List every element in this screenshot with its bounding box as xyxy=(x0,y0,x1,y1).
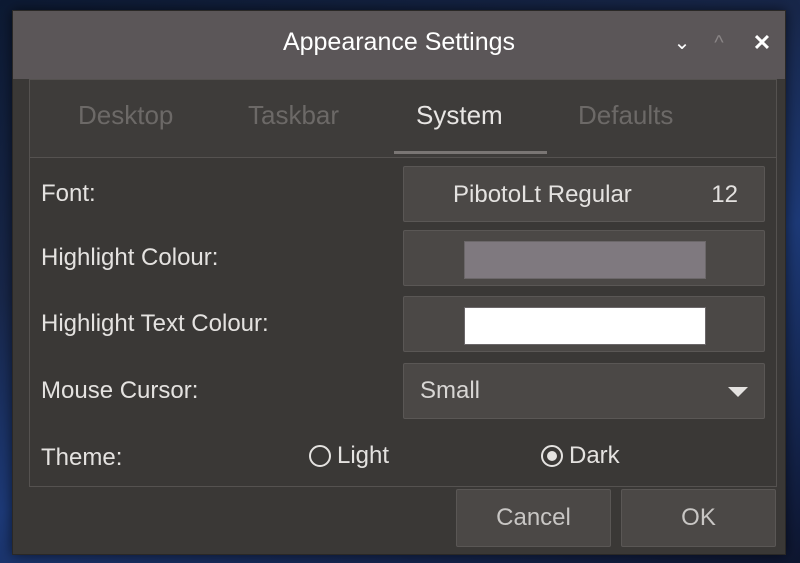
system-settings-panel: Font: PibotoLt Regular 12 Highlight Colo… xyxy=(29,157,777,487)
theme-label: Theme: xyxy=(41,444,123,471)
tab-taskbar[interactable]: Taskbar xyxy=(248,100,339,131)
chevron-up-icon: ^ xyxy=(714,32,724,54)
theme-light-label: Light xyxy=(337,442,390,469)
font-picker-button[interactable]: PibotoLt Regular 12 xyxy=(403,166,765,222)
highlight-text-colour-swatch xyxy=(464,307,706,345)
tab-bar: Desktop Taskbar System Defaults xyxy=(29,79,777,157)
font-size: 12 xyxy=(711,181,738,208)
ok-button[interactable]: OK xyxy=(621,489,776,547)
close-button[interactable]: ✕ xyxy=(748,29,776,57)
theme-dark-label: Dark xyxy=(569,442,620,469)
tab-system[interactable]: System xyxy=(416,100,503,131)
title-bar[interactable]: Appearance Settings ⌄ ^ ✕ xyxy=(13,11,785,79)
font-label: Font: xyxy=(41,180,96,207)
close-icon: ✕ xyxy=(752,30,772,55)
cancel-button[interactable]: Cancel xyxy=(456,489,611,547)
chevron-down-icon: ⌄ xyxy=(673,32,691,54)
mouse-cursor-label: Mouse Cursor: xyxy=(41,377,199,404)
active-tab-indicator xyxy=(394,151,547,154)
theme-dark-radio[interactable]: Dark xyxy=(541,442,620,470)
highlight-colour-button[interactable] xyxy=(403,230,765,286)
font-name: PibotoLt Regular xyxy=(453,181,632,208)
radio-checked-icon xyxy=(541,445,563,467)
minimize-button[interactable]: ⌄ xyxy=(668,29,696,57)
tab-desktop[interactable]: Desktop xyxy=(78,100,173,131)
mouse-cursor-value: Small xyxy=(420,377,481,404)
radio-unchecked-icon xyxy=(309,445,331,467)
highlight-text-colour-button[interactable] xyxy=(403,296,765,352)
theme-light-radio[interactable]: Light xyxy=(309,442,389,470)
highlight-colour-swatch xyxy=(464,241,706,279)
tab-defaults[interactable]: Defaults xyxy=(578,100,673,131)
highlight-colour-label: Highlight Colour: xyxy=(41,244,219,271)
highlight-text-colour-label: Highlight Text Colour: xyxy=(41,310,269,337)
mouse-cursor-dropdown[interactable]: Small xyxy=(403,363,765,419)
maximize-button[interactable]: ^ xyxy=(705,29,733,57)
appearance-settings-dialog: Appearance Settings ⌄ ^ ✕ Desktop Taskba… xyxy=(12,10,786,555)
dropdown-arrow-icon xyxy=(728,387,748,397)
